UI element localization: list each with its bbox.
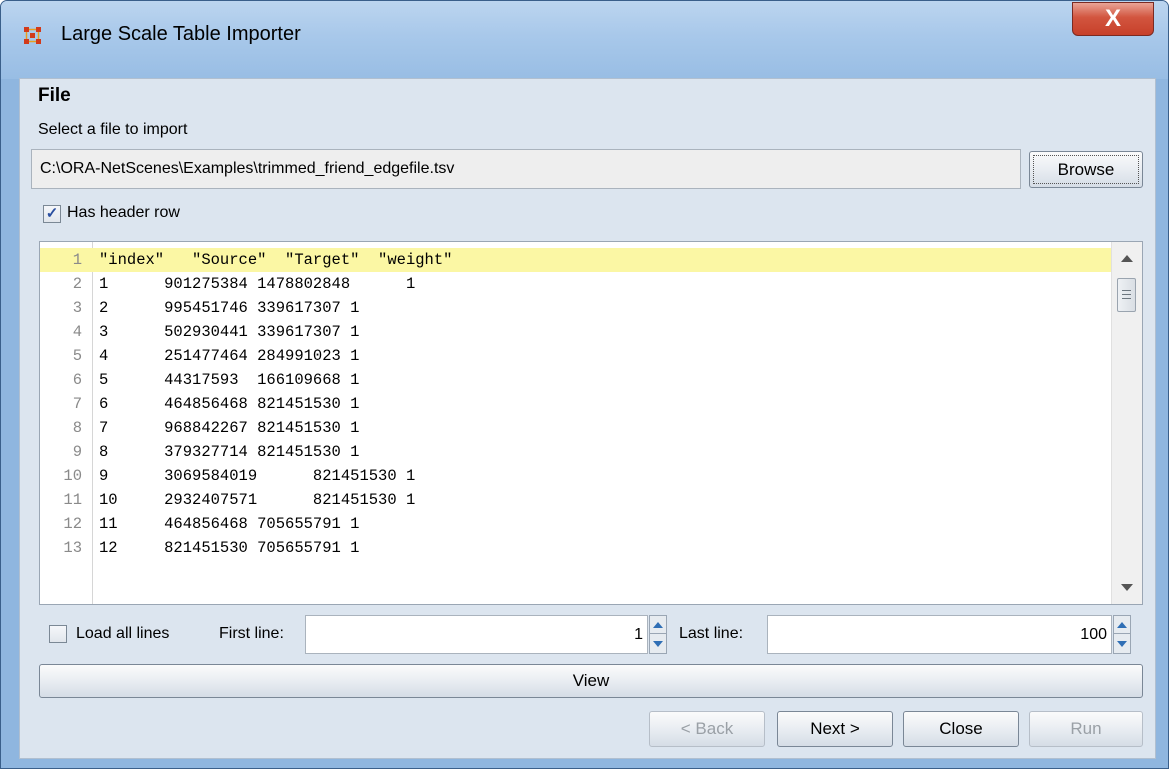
first-line-label: First line: (219, 625, 284, 642)
last-line-label: Last line: (679, 625, 744, 642)
line-number: 2 (72, 275, 82, 293)
line-number: 8 (72, 419, 82, 437)
file-path-field[interactable]: C:\ORA-NetScenes\Examples\trimmed_friend… (31, 149, 1021, 189)
line-text: 3 502930441 339617307 1 (99, 323, 360, 341)
window-close-button[interactable]: X (1072, 2, 1154, 36)
has-header-label[interactable]: Has header row (67, 204, 180, 222)
preview-line: 10 9 3069584019 821451530 1 (40, 464, 1112, 488)
line-text: 1 901275384 1478802848 1 (99, 275, 416, 293)
browse-button-label: Browse (1033, 155, 1139, 184)
line-number: 6 (72, 371, 82, 389)
vertical-scrollbar[interactable] (1111, 242, 1142, 604)
line-number: 4 (72, 323, 82, 341)
last-line-input[interactable]: 100 (767, 615, 1112, 654)
scroll-up-arrow-icon[interactable] (1121, 255, 1133, 262)
line-number: 12 (63, 515, 82, 533)
line-text: 10 2932407571 821451530 1 (99, 491, 416, 509)
file-section-heading: File (38, 85, 71, 106)
checkmark-icon: ✓ (45, 205, 59, 222)
line-text: 8 379327714 821451530 1 (99, 443, 360, 461)
spinner-down-icon[interactable] (1114, 635, 1130, 653)
has-header-checkbox[interactable]: ✓ (43, 205, 61, 223)
spinner-up-icon[interactable] (650, 616, 666, 634)
preview-line: 13 12 821451530 705655791 1 (40, 536, 1112, 560)
preview-line: 4 3 502930441 339617307 1 (40, 320, 1112, 344)
close-button[interactable]: Close (903, 711, 1019, 747)
preview-line: 1 "index" "Source" "Target" "weight" (40, 248, 1112, 272)
line-number: 10 (63, 467, 82, 485)
preview-line: 12 11 464856468 705655791 1 (40, 512, 1112, 536)
last-line-spinner[interactable] (1113, 615, 1131, 654)
spinner-up-icon[interactable] (1114, 616, 1130, 634)
spinner-down-icon[interactable] (650, 635, 666, 653)
select-file-label: Select a file to import (38, 121, 188, 138)
preview-line: 7 6 464856468 821451530 1 (40, 392, 1112, 416)
preview-line: 6 5 44317593 166109668 1 (40, 368, 1112, 392)
line-number: 13 (63, 539, 82, 557)
line-text: "index" "Source" "Target" "weight" (99, 251, 453, 269)
line-number: 5 (72, 347, 82, 365)
line-text: 5 44317593 166109668 1 (99, 371, 360, 389)
line-text: 11 464856468 705655791 1 (99, 515, 360, 533)
view-button[interactable]: View (39, 664, 1143, 698)
line-text: 12 821451530 705655791 1 (99, 539, 360, 557)
back-button[interactable]: < Back (649, 711, 765, 747)
line-number: 3 (72, 299, 82, 317)
ora-app-icon (24, 27, 41, 44)
close-icon: X (1104, 5, 1121, 32)
load-all-lines-checkbox[interactable] (49, 625, 67, 643)
next-button[interactable]: Next > (777, 711, 893, 747)
file-preview-area[interactable]: 1 "index" "Source" "Target" "weight" 2 1 90… (39, 241, 1143, 605)
preview-line: 3 2 995451746 339617307 1 (40, 296, 1112, 320)
line-text: 4 251477464 284991023 1 (99, 347, 360, 365)
line-number: 11 (63, 491, 82, 509)
browse-button[interactable]: Browse (1029, 151, 1143, 188)
line-text: 7 968842267 821451530 1 (99, 419, 360, 437)
run-button[interactable]: Run (1029, 711, 1143, 747)
title-bar[interactable]: Large Scale Table Importer X (1, 1, 1168, 79)
line-text: 2 995451746 339617307 1 (99, 299, 360, 317)
first-line-spinner[interactable] (649, 615, 667, 654)
preview-line: 5 4 251477464 284991023 1 (40, 344, 1112, 368)
scroll-down-arrow-icon[interactable] (1121, 584, 1133, 591)
preview-line: 11 10 2932407571 821451530 1 (40, 488, 1112, 512)
importer-window: Large Scale Table Importer X File Select… (0, 0, 1169, 769)
first-line-input[interactable]: 1 (305, 615, 648, 654)
preview-line: 2 1 901275384 1478802848 1 (40, 272, 1112, 296)
line-number: 9 (72, 443, 82, 461)
line-text: 9 3069584019 821451530 1 (99, 467, 416, 485)
preview-line: 9 8 379327714 821451530 1 (40, 440, 1112, 464)
line-number: 1 (72, 251, 82, 269)
scroll-thumb[interactable] (1117, 278, 1136, 312)
preview-line: 8 7 968842267 821451530 1 (40, 416, 1112, 440)
load-all-lines-label[interactable]: Load all lines (76, 625, 169, 643)
line-text: 6 464856468 821451530 1 (99, 395, 360, 413)
window-title: Large Scale Table Importer (61, 23, 301, 45)
line-number: 7 (72, 395, 82, 413)
